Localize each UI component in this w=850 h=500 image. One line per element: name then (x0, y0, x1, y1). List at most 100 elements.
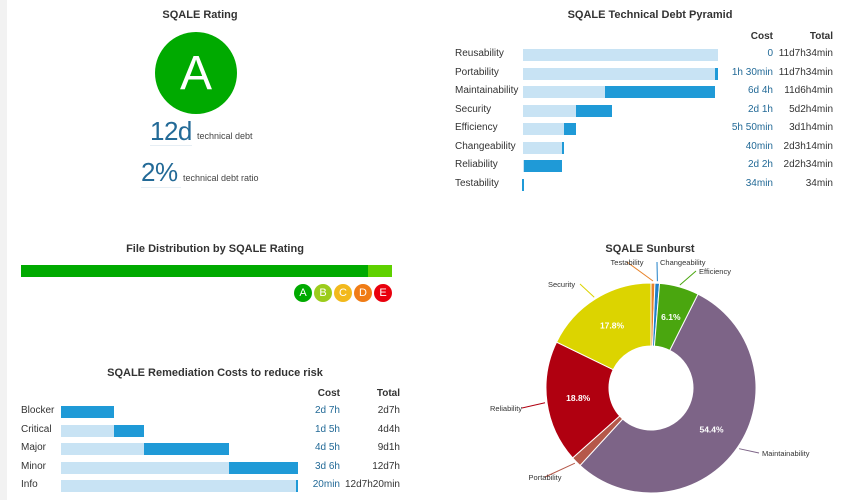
sunburst-label: Testability (611, 258, 644, 267)
widget-title: SQALE Sunburst (605, 243, 695, 255)
sunburst-value-label: 54.4% (699, 425, 724, 435)
cost-link[interactable]: 40min (703, 141, 773, 152)
cost-link[interactable]: 2d 2h (703, 159, 773, 170)
remediation-bar-cost[interactable] (61, 406, 114, 418)
widget-title: SQALE Remediation Costs to reduce risk (107, 367, 323, 379)
widget-title: SQALE Technical Debt Pyramid (567, 9, 733, 21)
sunburst-label-connector (626, 261, 654, 282)
row-label: Info (21, 479, 38, 490)
sunburst-label-connector (679, 270, 697, 286)
technical-debt-value[interactable]: 12d (150, 116, 192, 147)
widget-title: File Distribution by SQALE Rating (126, 243, 304, 255)
row-label: Testability (455, 177, 499, 189)
sunburst-label-connector (579, 283, 595, 298)
widget-title: SQALE Rating (162, 9, 238, 21)
cost-link[interactable]: 2d 1h (703, 104, 773, 115)
left-rail (0, 0, 7, 500)
total-value: 3d1h4min (789, 122, 833, 133)
rating-legend-c[interactable]: C (334, 284, 352, 302)
sunburst-label: Efficiency (699, 267, 731, 276)
sunburst-label-connector (521, 402, 546, 409)
row-label: Security (455, 103, 492, 115)
cost-link[interactable]: 20min (290, 479, 340, 490)
sunburst-slice-changeability[interactable] (652, 282, 661, 347)
distribution-segment-b[interactable] (367, 265, 392, 277)
sunburst-label: Maintainability (762, 449, 810, 458)
cost-link[interactable]: 2d 7h (290, 405, 340, 416)
sunburst-label: Reliability (490, 404, 522, 413)
sunburst-label-connector (544, 462, 576, 478)
total-value: 34min (805, 177, 833, 189)
row-label: Changeability (455, 140, 516, 152)
sunburst-value-label: 6.1% (661, 312, 681, 322)
distribution-bar (21, 265, 392, 277)
total-value: 11d6h4min (784, 85, 833, 96)
cost-column-header: Cost (750, 31, 773, 42)
sunburst-label: Portability (529, 473, 562, 482)
row-label: Major (21, 442, 47, 453)
cost-link[interactable]: 34min (703, 178, 773, 189)
divider (150, 145, 192, 146)
total-value: 4d4h (377, 423, 400, 435)
cost-link[interactable]: 1h 30min (703, 67, 773, 78)
cost-link[interactable]: 3d 6h (290, 461, 340, 472)
debt-bar-cost[interactable] (561, 141, 564, 154)
remediation-bar-cost[interactable] (228, 461, 298, 474)
sunburst-value-label: 17.8% (600, 321, 625, 331)
total-value: 11d7h34min (778, 48, 833, 59)
total-column-header: Total (376, 388, 400, 399)
debt-ratio-label: technical debt ratio (183, 173, 259, 183)
row-label: Maintainability (455, 85, 519, 96)
cost-link[interactable]: 1d 5h (290, 424, 340, 435)
cost-link[interactable]: 5h 50min (703, 122, 773, 133)
row-label: Critical (21, 423, 52, 435)
remediation-bar-background[interactable] (61, 480, 298, 492)
rating-legend-e[interactable]: E (374, 284, 392, 302)
debt-ratio-value[interactable]: 2% (141, 157, 178, 188)
debt-bar-cost[interactable] (563, 123, 576, 135)
sunburst-slice-portability[interactable] (571, 415, 624, 467)
sunburst-slice-testability[interactable] (650, 282, 656, 347)
total-value: 5d2h4min (789, 103, 833, 115)
total-column-header: Total (809, 31, 833, 42)
rating-legend-b[interactable]: B (314, 284, 332, 302)
debt-bar-cost[interactable] (522, 178, 525, 191)
total-value: 2d2h34min (783, 159, 833, 170)
cost-link[interactable]: 0 (703, 48, 773, 59)
sunburst-label-connector (739, 448, 760, 454)
remediation-bar-cost[interactable] (143, 443, 229, 455)
technical-debt-label: technical debt (197, 131, 253, 141)
debt-bar-background[interactable] (523, 67, 718, 80)
row-label: Efficiency (455, 122, 498, 133)
row-label: Minor (21, 460, 47, 472)
rating-legend-d[interactable]: D (354, 284, 372, 302)
sunburst-slice-maintainability[interactable] (579, 293, 757, 494)
sunburst-label: Security (548, 280, 575, 289)
debt-bar-cost[interactable] (524, 160, 563, 172)
total-value: 9d1h (377, 442, 400, 453)
total-value: 11d7h34min (778, 66, 833, 78)
cost-column-header: Cost (317, 388, 340, 399)
row-label: Portability (455, 66, 499, 78)
remediation-bar-cost[interactable] (113, 424, 144, 437)
sunburst-value-label: 18.8% (566, 393, 591, 403)
sunburst-label: Changeability (660, 258, 706, 267)
debt-bar-cost[interactable] (575, 104, 612, 117)
rating-legend-a[interactable]: A (294, 284, 312, 302)
cost-link[interactable]: 6d 4h (703, 85, 773, 96)
cost-link[interactable]: 4d 5h (290, 442, 340, 453)
rating-badge: A (155, 32, 237, 114)
total-value: 2d7h (377, 405, 400, 416)
debt-bar-background[interactable] (523, 141, 564, 154)
row-label: Reliability (455, 159, 498, 170)
total-value: 12d7h20min (344, 479, 400, 490)
divider (141, 187, 181, 188)
total-value: 12d7h (372, 460, 400, 472)
sunburst-slice-efficiency[interactable] (653, 282, 699, 352)
sunburst-slice-security[interactable] (555, 282, 652, 371)
distribution-segment-a[interactable] (21, 265, 368, 277)
debt-bar-cost[interactable] (604, 86, 715, 98)
sunburst-slice-reliability[interactable] (545, 341, 621, 459)
debt-bar-background[interactable] (523, 49, 718, 61)
row-label: Blocker (21, 405, 55, 416)
